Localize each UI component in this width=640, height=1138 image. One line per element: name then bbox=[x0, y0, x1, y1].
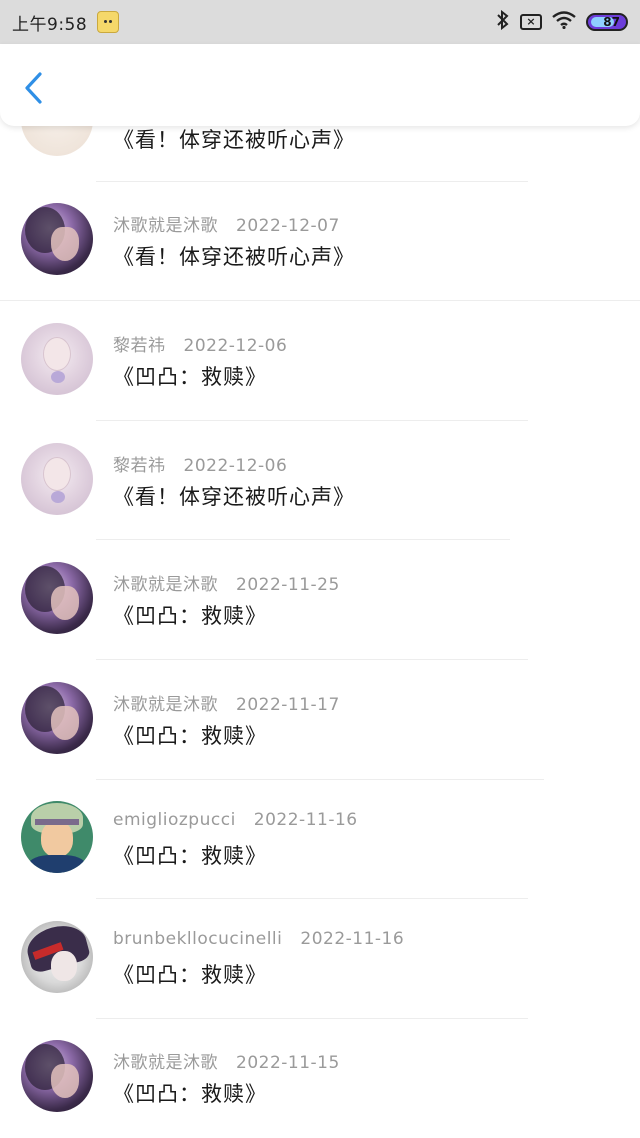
battery-level: 87 bbox=[603, 15, 620, 29]
username[interactable]: 沐歌就是沐歌 bbox=[113, 1053, 218, 1073]
list-item[interactable]: 沐歌就是沐歌 2022-11-17 《凹凸：救赎》 bbox=[0, 660, 640, 780]
book-title[interactable]: 《看！体穿还被听心声》 bbox=[113, 241, 355, 271]
top-bar bbox=[0, 44, 640, 126]
battery-icon: 87 bbox=[586, 13, 628, 31]
avatar[interactable] bbox=[21, 443, 93, 515]
avatar[interactable] bbox=[21, 203, 93, 275]
status-bar: 上午9:58 × 87 bbox=[0, 0, 640, 44]
list-item[interactable]: 沐歌就是沐歌 2022-11-25 《凹凸：救赎》 bbox=[0, 540, 640, 660]
book-title[interactable]: 《看！体穿还被听心声》 bbox=[113, 481, 355, 511]
list-item[interactable]: 黎若祎 2022-12-06 《看！体穿还被听心声》 bbox=[0, 421, 640, 541]
avatar[interactable] bbox=[21, 1040, 93, 1112]
username[interactable]: emigliozpucci bbox=[113, 810, 236, 830]
list-item[interactable]: 沐歌就是沐歌 2022-12-07 《看！体穿还被听心声》 bbox=[0, 181, 640, 301]
avatar[interactable] bbox=[21, 801, 93, 873]
date: 2022-11-15 bbox=[236, 1053, 340, 1073]
book-title[interactable]: 《凹凸：救赎》 bbox=[113, 361, 267, 391]
list-item[interactable]: emigliozpucci 2022-11-16 《凹凸：救赎》 bbox=[0, 780, 640, 900]
username[interactable]: 黎若祎 bbox=[113, 456, 166, 476]
list-item[interactable]: 黎若祎 2022-12-06 《凹凸：救赎》 bbox=[0, 301, 640, 421]
status-time: 上午9:58 bbox=[12, 14, 88, 35]
date: 2022-12-06 bbox=[183, 456, 288, 476]
no-sim-icon: × bbox=[520, 14, 542, 30]
notification-emoji-icon bbox=[97, 11, 120, 33]
date: 2022-11-16 bbox=[253, 810, 358, 830]
book-title[interactable]: 《凹凸：救赎》 bbox=[113, 840, 267, 870]
username[interactable]: brunbekllocucinelli bbox=[113, 929, 282, 949]
avatar[interactable] bbox=[21, 921, 93, 993]
username[interactable]: 黎若祎 bbox=[113, 336, 166, 356]
avatar[interactable] bbox=[21, 562, 93, 634]
avatar[interactable] bbox=[21, 323, 93, 395]
date: 2022-12-06 bbox=[183, 336, 288, 356]
bluetooth-icon bbox=[496, 9, 510, 35]
date: 2022-12-07 bbox=[236, 216, 340, 236]
username[interactable]: 沐歌就是沐歌 bbox=[113, 575, 218, 595]
record-list: 《看！体穿还被听心声》 沐歌就是沐歌 2022-12-07 《看！体穿还被听心声》… bbox=[0, 0, 640, 1138]
book-title[interactable]: 《凹凸：救赎》 bbox=[113, 959, 267, 989]
chevron-left-icon bbox=[25, 72, 42, 104]
username[interactable]: 沐歌就是沐歌 bbox=[113, 695, 218, 715]
list-item[interactable]: brunbekllocucinelli 2022-11-16 《凹凸：救赎》 bbox=[0, 899, 640, 1019]
book-title[interactable]: 《看！体穿还被听心声》 bbox=[113, 124, 355, 154]
avatar[interactable] bbox=[21, 682, 93, 754]
wifi-icon bbox=[552, 11, 576, 33]
book-title[interactable]: 《凹凸：救赎》 bbox=[113, 720, 267, 750]
date: 2022-11-17 bbox=[236, 695, 340, 715]
back-button[interactable] bbox=[16, 66, 52, 110]
date: 2022-11-25 bbox=[236, 575, 340, 595]
username[interactable]: 沐歌就是沐歌 bbox=[113, 216, 218, 236]
book-title[interactable]: 《凹凸：救赎》 bbox=[113, 600, 267, 630]
book-title[interactable]: 《凹凸：救赎》 bbox=[113, 1078, 267, 1108]
list-item[interactable]: 沐歌就是沐歌 2022-11-15 《凹凸：救赎》 bbox=[0, 1019, 640, 1138]
date: 2022-11-16 bbox=[300, 929, 405, 949]
